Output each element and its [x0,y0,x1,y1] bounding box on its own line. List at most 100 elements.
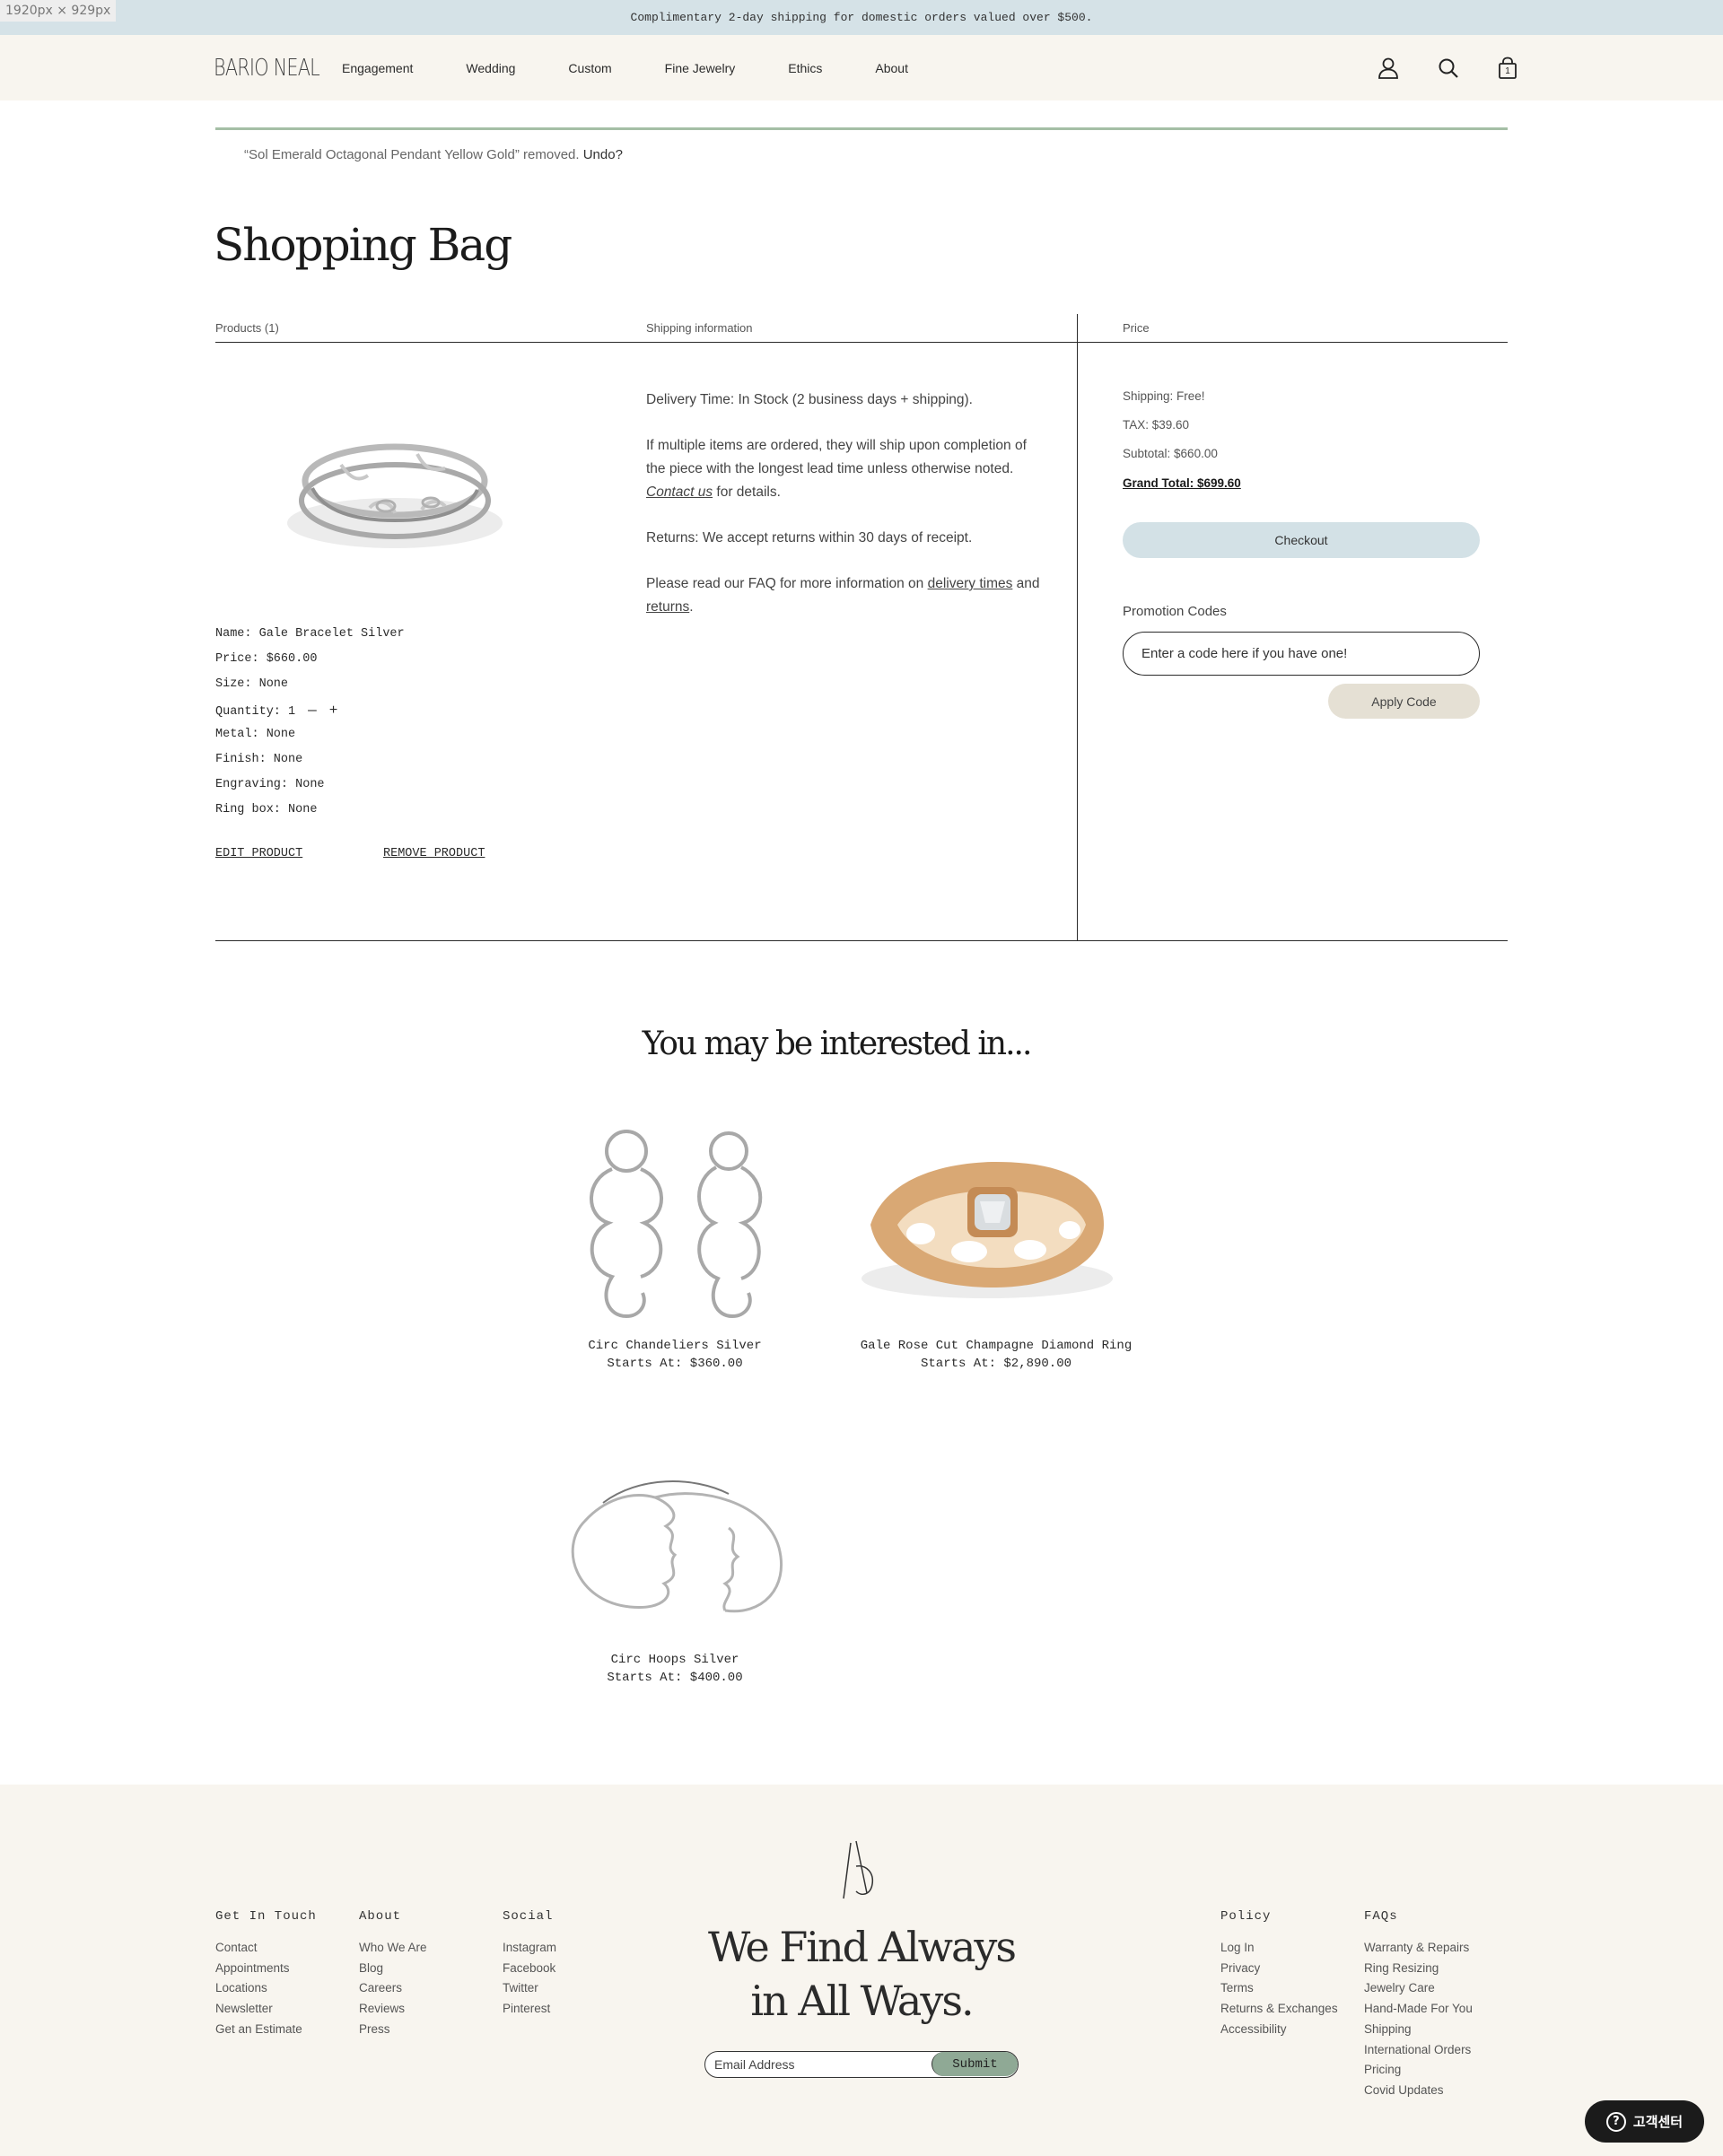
footer-link-careers[interactable]: Careers [359,1978,427,1999]
rec-price: Starts At: $2,890.00 [920,1357,1072,1371]
footer-link-reviews[interactable]: Reviews [359,1999,427,2020]
footer-col-title: About [359,1909,402,1924]
rec-card-circ-chandeliers[interactable]: Circ Chandeliers Silver Starts At: $360.… [549,1117,800,1373]
shipping-cost: Shipping: Free! [1123,389,1205,403]
product-quantity: Quantity: 1 [215,705,296,719]
rec-image-circ-chandeliers [590,1130,763,1319]
edit-product-link[interactable]: EDIT PRODUCT [215,847,302,860]
nav-ethics[interactable]: Ethics [788,61,822,75]
customer-center-label: 고객센터 [1632,2114,1684,2130]
footer-link-blog[interactable]: Blog [359,1959,427,1979]
product-metal: Metal: None [215,728,296,741]
footer-link-pricing[interactable]: Pricing [1364,2060,1473,2081]
price-column-divider [1077,314,1078,941]
rec-card-gale-diamond-ring[interactable]: Gale Rose Cut Champagne Diamond Ring Sta… [835,1117,1158,1373]
footer-link-who-we-are[interactable]: Who We Are [359,1938,427,1959]
rec-price: Starts At: $360.00 [607,1357,743,1371]
delivery-times-link[interactable]: delivery times [928,576,1013,591]
tagline-line-1: We Find Always [707,1923,1017,1971]
notice-divider [215,127,1508,130]
nav-wedding[interactable]: Wedding [466,61,515,75]
product-name: Name: Gale Bracelet Silver [215,627,405,641]
footer-link-facebook[interactable]: Facebook [503,1959,556,1979]
product-engraving: Engraving: None [215,778,325,791]
checkout-button[interactable]: Checkout [1123,522,1480,558]
footer-col-faqs: FAQs Warranty & Repairs Ring Resizing Je… [1364,1909,1473,2101]
footer-link-jewelry-care[interactable]: Jewelry Care [1364,1978,1473,1999]
rec-name: Circ Chandeliers Silver [588,1339,762,1353]
remove-product-link[interactable]: REMOVE PRODUCT [383,847,485,860]
footer-link-returns-exchanges[interactable]: Returns & Exchanges [1220,1999,1338,2020]
footer-link-pinterest[interactable]: Pinterest [503,1999,556,2020]
promo-code-input[interactable] [1123,632,1480,676]
customer-center-button[interactable]: ? 고객센터 [1585,2100,1704,2143]
product-finish: Finish: None [215,753,303,766]
faq-text-end: . [689,599,694,615]
footer-link-warranty-repairs[interactable]: Warranty & Repairs [1364,1938,1473,1959]
newsletter-submit-button[interactable]: Submit [931,2052,1018,2076]
footer-col-get-in-touch: Get In Touch Contact Appointments Locati… [215,1909,317,2040]
monogram-logo-icon [843,1840,874,1899]
undo-link[interactable]: Undo? [583,147,623,162]
quantity-increase-button[interactable]: + [329,703,338,719]
help-question-icon: ? [1605,2111,1626,2132]
footer-link-appointments[interactable]: Appointments [215,1959,317,1979]
rec-price: Starts At: $400.00 [607,1671,743,1685]
footer-link-hand-made[interactable]: Hand-Made For You [1364,1999,1473,2020]
quantity-decrease-button[interactable]: — [308,703,317,719]
footer-col-title: Get In Touch [215,1909,317,1924]
rec-image-gale-diamond-ring [862,1162,1113,1298]
footer-link-contact[interactable]: Contact [215,1938,317,1959]
product-size: Size: None [215,677,289,691]
nav-fine-jewelry[interactable]: Fine Jewelry [665,61,736,75]
product-image-gale-bracelet[interactable] [269,402,512,572]
site-header: BARIO NEAL Engagement Wedding Custom Fin… [0,35,1723,100]
apply-code-button[interactable]: Apply Code [1328,684,1480,719]
nav-about[interactable]: About [875,61,908,75]
nav-custom[interactable]: Custom [568,61,611,75]
removed-item-notice: “Sol Emerald Octagonal Pendant Yellow Go… [244,147,623,162]
rec-image-circ-hoops [571,1480,783,1613]
main-nav: Engagement Wedding Custom Fine Jewelry E… [342,35,961,100]
footer-link-twitter[interactable]: Twitter [503,1978,556,1999]
account-icon[interactable] [1377,57,1400,80]
footer-link-shipping[interactable]: Shipping [1364,2020,1473,2040]
email-address-input[interactable] [705,2052,930,2076]
footer-link-terms[interactable]: Terms [1220,1978,1338,1999]
contact-us-link[interactable]: Contact us [646,484,713,500]
footer-link-press[interactable]: Press [359,2020,427,2040]
tagline-line-2: in All Ways. [750,1977,974,2025]
page-title: Shopping Bag [214,219,512,271]
shopping-bag-icon[interactable]: 1 [1496,57,1519,80]
footer-col-social: Social Instagram Facebook Twitter Pinter… [503,1909,556,2020]
footer-col-title: Policy [1220,1909,1272,1924]
footer-link-newsletter[interactable]: Newsletter [215,1999,317,2020]
footer-link-ring-resizing[interactable]: Ring Resizing [1364,1959,1473,1979]
table-header-divider [215,342,1508,343]
footer-link-covid-updates[interactable]: Covid Updates [1364,2081,1473,2101]
footer-link-locations[interactable]: Locations [215,1978,317,1999]
multiple-items-text-end: for details. [713,484,781,500]
footer-link-accessibility[interactable]: Accessibility [1220,2020,1338,2040]
footer-col-title: Social [503,1909,554,1924]
footer-link-get-an-estimate[interactable]: Get an Estimate [215,2020,317,2040]
products-column-header: Products (1) [215,321,279,335]
footer-col-policy: Policy Log In Privacy Terms Returns & Ex… [1220,1909,1338,2040]
footer-link-log-in[interactable]: Log In [1220,1938,1338,1959]
product-quantity-row: Quantity: 1 — + [215,703,337,719]
site-logo[interactable]: BARIO NEAL [214,55,320,82]
footer-link-international-orders[interactable]: International Orders [1364,2040,1473,2061]
returns-link[interactable]: returns [646,599,689,615]
rec-card-circ-hoops[interactable]: Circ Hoops Silver Starts At: $400.00 [549,1431,800,1687]
search-icon[interactable] [1437,57,1460,80]
footer-link-instagram[interactable]: Instagram [503,1938,556,1959]
delivery-time-text: Delivery Time: In Stock (2 business days… [646,392,973,407]
multiple-items-text: If multiple items are ordered, they will… [646,434,1041,504]
nav-engagement[interactable]: Engagement [342,61,413,75]
rec-name: Gale Rose Cut Champagne Diamond Ring [860,1339,1133,1353]
footer-col-about: About Who We Are Blog Careers Reviews Pr… [359,1909,427,2040]
faq-text-start: Please read our FAQ for more information… [646,576,928,591]
rec-name: Circ Hoops Silver [610,1653,739,1667]
shipping-column-header: Shipping information [646,321,753,335]
footer-link-privacy[interactable]: Privacy [1220,1959,1338,1979]
